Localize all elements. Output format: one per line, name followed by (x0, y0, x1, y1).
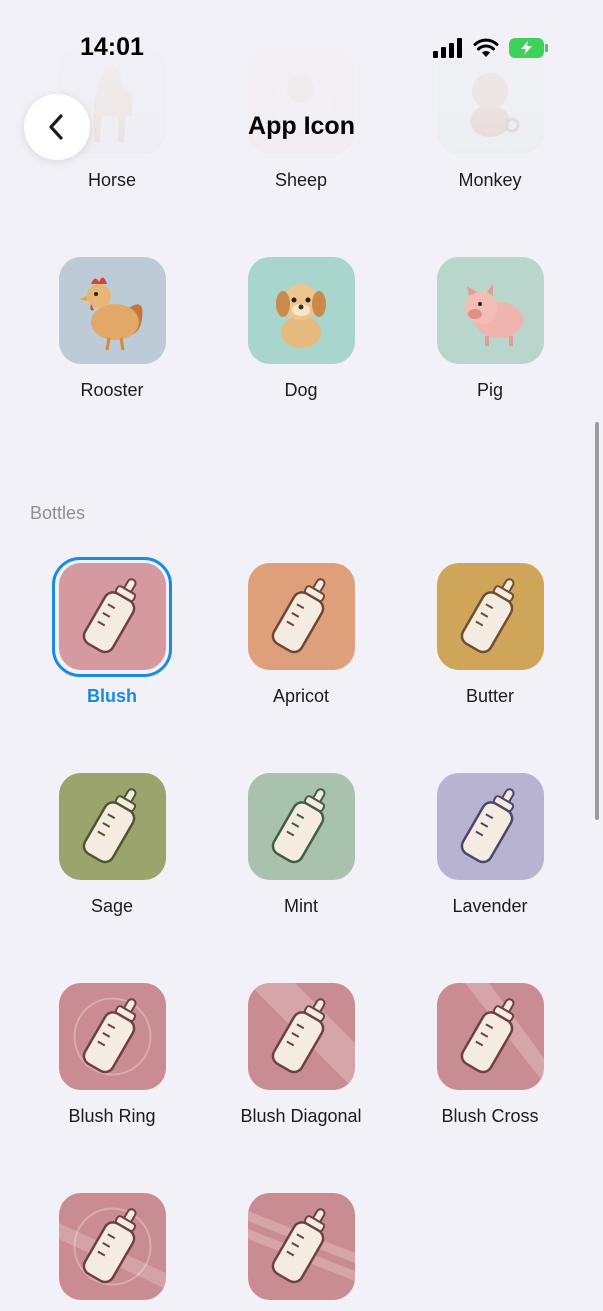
icon-option-apricot[interactable]: Apricot (221, 563, 381, 707)
status-bar: 14:01 (0, 0, 603, 90)
bottle-icon (58, 563, 166, 670)
icon-label: Lavender (452, 896, 528, 916)
icon-label: Sage (90, 896, 134, 916)
dog-icon (247, 257, 355, 364)
bottle-icon (247, 1193, 355, 1300)
bottle-icon (58, 983, 166, 1090)
icon-option-lavender[interactable]: Lavender (410, 773, 570, 917)
pig-icon (436, 257, 544, 364)
icon-label: Mint (283, 896, 318, 916)
bottle-icon (436, 563, 544, 670)
icon-label: Blush (86, 686, 137, 706)
icon-option-sage[interactable]: Sage (32, 773, 192, 917)
icon-option-butter[interactable]: Butter (410, 563, 570, 707)
bottle-icon (436, 983, 544, 1090)
icon-label: Butter (465, 686, 515, 706)
icon-option-blush-ring[interactable]: Blush Ring (32, 983, 192, 1127)
icon-option-dog[interactable]: Dog (221, 257, 381, 401)
icon-option-blush-cross[interactable]: Blush Cross (410, 983, 570, 1127)
section-header-bottles: Bottles (30, 503, 86, 523)
status-icons (433, 38, 549, 58)
icon-label: Horse (87, 170, 136, 190)
wifi-icon (473, 38, 499, 57)
page-title: App Icon (248, 112, 355, 140)
bottle-icon (58, 773, 166, 880)
battery-charging-icon (509, 38, 548, 58)
bottle-icon (247, 773, 355, 880)
icon-label: Pig (476, 380, 503, 400)
bottle-icon (247, 563, 355, 670)
icon-label: Monkey (458, 170, 522, 190)
icon-option-blush-stripes[interactable] (221, 1193, 381, 1300)
bottle-icon (58, 1193, 166, 1300)
bottle-icon (436, 773, 544, 880)
icon-option-blush-diagonal[interactable]: Blush Diagonal (221, 983, 381, 1127)
icon-label: Dog (284, 380, 318, 400)
icon-label: Sheep (274, 170, 328, 190)
icon-label: Blush Ring (68, 1106, 156, 1126)
icon-label: Apricot (272, 686, 330, 706)
icon-option-blush-ring-cross[interactable] (32, 1193, 192, 1300)
icon-option-blush[interactable]: Blush (32, 557, 192, 707)
icon-label: Blush Diagonal (240, 1106, 362, 1126)
bottle-icon (247, 983, 355, 1090)
icon-option-pig[interactable]: Pig (410, 257, 570, 401)
icon-label: Blush Cross (441, 1106, 539, 1126)
rooster-icon (58, 257, 166, 364)
cellular-signal-icon (433, 38, 462, 58)
icon-option-rooster[interactable]: Rooster (32, 257, 192, 401)
icon-option-mint[interactable]: Mint (221, 773, 381, 917)
status-time: 14:01 (80, 33, 144, 61)
icon-label: Rooster (80, 380, 144, 400)
scrollbar[interactable] (595, 422, 599, 820)
